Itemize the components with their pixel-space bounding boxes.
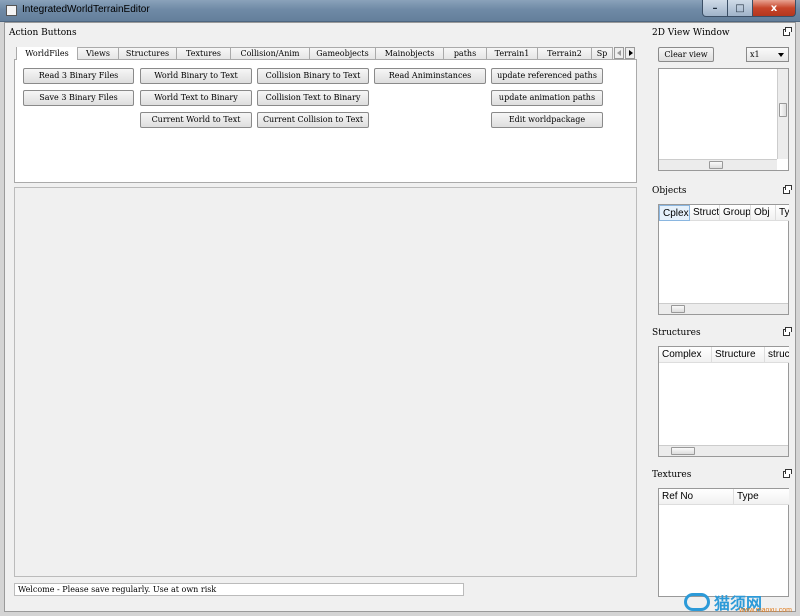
current-world-to-text-button[interactable]: Current World to Text <box>140 112 252 128</box>
structures-dock-header[interactable]: Structures <box>652 326 794 340</box>
objects-hscroll-thumb[interactable] <box>671 305 685 313</box>
textures-header: Ref No Type <box>659 489 789 505</box>
column-structure[interactable]: Structure <box>712 347 765 363</box>
update-animation-paths-button[interactable]: update animation paths <box>491 90 603 106</box>
structures-header: Complex Structure struc <box>659 347 789 363</box>
action-dock-title: Action Buttons <box>9 28 77 38</box>
structures-horizontal-scrollbar[interactable] <box>659 445 788 456</box>
chevron-left-icon <box>617 50 621 56</box>
app-icon <box>6 5 17 16</box>
tab-scroll-left[interactable] <box>614 47 624 59</box>
central-workspace[interactable] <box>14 187 637 577</box>
objects-horizontal-scrollbar[interactable] <box>659 303 788 314</box>
collision-text-to-binary-button[interactable]: Collision Text to Binary <box>257 90 369 106</box>
tab-scroll-right[interactable] <box>625 47 635 59</box>
objects-header: Cplex Struct Group Obj Ty <box>659 205 789 221</box>
current-collision-to-text-button[interactable]: Current Collision to Text <box>257 112 369 128</box>
view2d-vertical-scrollbar[interactable] <box>777 69 788 159</box>
float-icon[interactable] <box>783 327 792 336</box>
world-binary-to-text-button[interactable]: World Binary to Text <box>140 68 252 84</box>
watermark-logo-icon <box>684 593 710 611</box>
status-message-field: Welcome - Please save regularly. Use at … <box>14 583 464 596</box>
edit-worldpackage-button[interactable]: Edit worldpackage <box>491 112 603 128</box>
watermark: 猫须网 www.maoxu.com <box>684 590 794 614</box>
textures-list[interactable]: Ref No Type <box>658 488 789 597</box>
structures-tree[interactable]: Complex Structure struc <box>658 346 789 457</box>
read-animinstances-button[interactable]: Read Animinstances <box>374 68 486 84</box>
float-icon[interactable] <box>783 185 792 194</box>
worldfiles-tab-panel: Read 3 Binary Files Save 3 Binary Files … <box>14 59 637 183</box>
zoom-select-value: x1 <box>750 50 760 59</box>
column-obj[interactable]: Obj <box>751 205 776 221</box>
close-button[interactable]: x <box>753 0 796 17</box>
world-text-to-binary-button[interactable]: World Text to Binary <box>140 90 252 106</box>
save-binary-files-button[interactable]: Save 3 Binary Files <box>23 90 134 106</box>
float-icon[interactable] <box>783 469 792 478</box>
watermark-url: www.maoxu.com <box>739 607 792 614</box>
structures-dock-title: Structures <box>652 328 701 338</box>
float-icon[interactable] <box>783 27 792 36</box>
zoom-select[interactable]: x1 <box>746 47 789 62</box>
view2d-dock-header[interactable]: 2D View Window <box>652 26 794 40</box>
window-title: IntegratedWorldTerrainEditor <box>22 4 150 15</box>
textures-dock-header[interactable]: Textures <box>652 468 794 482</box>
title-bar[interactable]: IntegratedWorldTerrainEditor – □ x <box>0 0 800 22</box>
maximize-button[interactable]: □ <box>728 0 753 17</box>
view2d-vscroll-thumb[interactable] <box>779 103 787 117</box>
chevron-down-icon <box>778 53 784 57</box>
structures-hscroll-thumb[interactable] <box>671 447 695 455</box>
chevron-right-icon <box>629 50 633 56</box>
action-dock-header[interactable]: Action Buttons <box>9 26 639 40</box>
column-type[interactable]: Type <box>734 489 789 505</box>
clear-view-button[interactable]: Clear view <box>658 47 714 62</box>
view2d-dock-title: 2D View Window <box>652 28 730 38</box>
tab-worldfiles[interactable]: WorldFiles <box>16 47 78 60</box>
collision-binary-to-text-button[interactable]: Collision Binary to Text <box>257 68 369 84</box>
update-referenced-paths-button[interactable]: update referenced paths <box>491 68 603 84</box>
objects-tree[interactable]: Cplex Struct Group Obj Ty <box>658 204 789 315</box>
main-window: Action Buttons WorldFiles Views Structur… <box>4 22 796 612</box>
column-type[interactable]: Ty <box>776 205 789 221</box>
column-group[interactable]: Group <box>720 205 751 221</box>
view2d-horizontal-scrollbar[interactable] <box>659 159 777 170</box>
column-struct[interactable]: Struct <box>690 205 720 221</box>
column-struc[interactable]: struc <box>765 347 789 363</box>
view2d-canvas[interactable] <box>658 68 789 171</box>
minimize-button[interactable]: – <box>702 0 728 17</box>
column-cplex[interactable]: Cplex <box>659 205 690 221</box>
objects-dock-title: Objects <box>652 186 687 196</box>
view2d-hscroll-thumb[interactable] <box>709 161 723 169</box>
column-ref-no[interactable]: Ref No <box>659 489 734 505</box>
window-controls: – □ x <box>702 0 796 18</box>
read-binary-files-button[interactable]: Read 3 Binary Files <box>23 68 134 84</box>
textures-dock-title: Textures <box>652 470 692 480</box>
objects-dock-header[interactable]: Objects <box>652 184 794 198</box>
column-complex[interactable]: Complex <box>659 347 712 363</box>
